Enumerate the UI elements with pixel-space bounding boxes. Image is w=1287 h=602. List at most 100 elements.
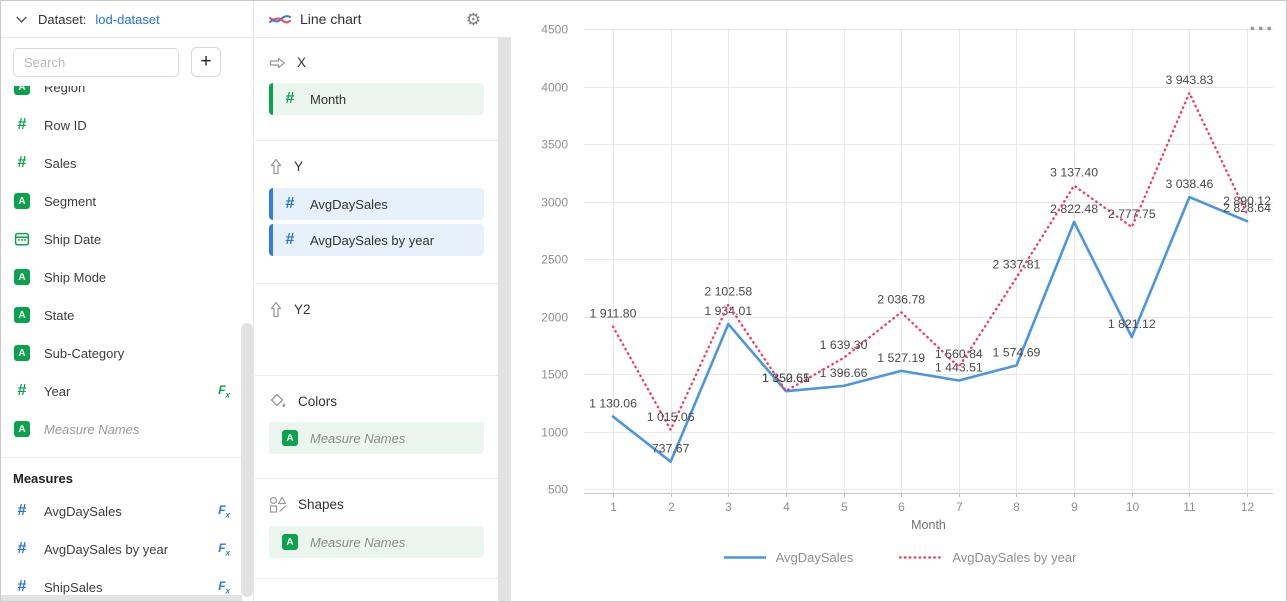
chip-label: Measure Names (310, 431, 405, 446)
data-label: 2 036.78 (877, 292, 925, 306)
chip-list-x: #Month (269, 83, 484, 115)
field-label: Ship Mode (44, 270, 106, 285)
data-label: 3 137.40 (1050, 166, 1098, 180)
search-input[interactable] (13, 48, 179, 77)
y-tick-label: 2000 (541, 311, 568, 325)
field-item[interactable]: AShip Mode (1, 258, 242, 296)
x-tick-label: 8 (1013, 500, 1020, 514)
add-field-button[interactable]: + (191, 47, 221, 77)
arrow-up-icon (269, 158, 283, 175)
data-label: 3 038.46 (1165, 177, 1213, 191)
y-tick-label: 2500 (541, 253, 568, 267)
number-field-icon: # (286, 196, 295, 212)
data-label: 1 821.12 (1108, 317, 1156, 331)
data-label: 1 130.06 (589, 397, 637, 411)
field-chip[interactable]: A Measure Names (269, 422, 484, 454)
x-tick-label: 4 (783, 500, 790, 514)
field-item[interactable]: # Sales (1, 144, 242, 182)
chip-label: AvgDaySales by year (310, 233, 434, 248)
gear-icon[interactable]: ⚙ (466, 11, 481, 28)
field-list-vertical-scrollbar[interactable] (241, 323, 253, 597)
section-colors-label: Colors (298, 394, 337, 409)
field-chip[interactable]: #AvgDaySales by year (269, 224, 484, 256)
field-chip[interactable]: #Month (269, 83, 484, 115)
field-chip[interactable]: # AvgDaySales (269, 188, 484, 220)
data-label: 1 396.66 (820, 366, 868, 380)
data-label: 2 777.75 (1108, 207, 1156, 221)
y-tick-label: 3500 (541, 138, 568, 152)
legend-item-avgdaysales-by-year[interactable]: AvgDaySales by year (899, 550, 1076, 565)
measure-list: #AvgDaySalesFx#AvgDaySales by yearFx # Shi… (1, 492, 242, 602)
field-label: AvgDaySales by year (44, 542, 168, 557)
field-item[interactable]: # Row ID (1, 106, 242, 144)
chip-list-y: # AvgDaySales #AvgDaySales by year (269, 188, 484, 256)
string-field-icon: A (282, 430, 298, 446)
field-list-horizontal-scrollbar[interactable] (1, 595, 242, 601)
field-label: Year (44, 384, 70, 399)
field-item[interactable]: # Year Fx (1, 372, 242, 410)
field-label: ShipSales (44, 580, 103, 595)
chart-type-label[interactable]: Line chart (300, 11, 361, 27)
chart-legend: AvgDaySales AvgDaySales by year (511, 550, 1287, 565)
field-item[interactable]: AState (1, 296, 242, 334)
field-item[interactable]: #AvgDaySalesFx (1, 492, 242, 530)
field-item[interactable]: AMeasure Names (1, 410, 242, 448)
gridlines (584, 29, 1273, 497)
calendar-icon (14, 231, 30, 247)
x-tick-label: 5 (841, 500, 848, 514)
chip-label: Measure Names (310, 535, 405, 550)
number-field-icon: # (18, 117, 27, 133)
legend-item-avgdaysales[interactable]: AvgDaySales (723, 550, 854, 565)
x-tick-label: 9 (1071, 500, 1078, 514)
data-label: 1 527.19 (877, 351, 925, 365)
formula-icon: Fx (218, 579, 230, 595)
field-label: Sales (44, 156, 77, 171)
number-field-icon: # (18, 383, 27, 399)
section-x: X #Month (255, 38, 498, 141)
dataset-name-link[interactable]: lod-dataset (95, 12, 159, 27)
x-tick-label: 7 (956, 500, 963, 514)
data-label: 1 352.61 (762, 371, 810, 385)
field-label: State (44, 308, 74, 323)
field-item[interactable]: #AvgDaySales by yearFx (1, 530, 242, 568)
more-menu-icon[interactable]: ●●● (1250, 23, 1275, 33)
x-tick-label: 2 (668, 500, 675, 514)
arrow-up-icon (269, 301, 283, 318)
dataset-panel: Dataset: lod-dataset + ARegion#Row ID#Sa… (1, 1, 254, 601)
field-item[interactable]: ASub-Category (1, 334, 242, 372)
y-tick-label: 500 (548, 483, 568, 497)
data-label: 1 911.80 (590, 307, 637, 321)
field-label: Row ID (44, 118, 87, 133)
chevron-down-icon[interactable] (14, 12, 29, 27)
y-tick-label: 1500 (541, 368, 568, 382)
data-label: 737.67 (652, 442, 690, 456)
number-field-icon: # (18, 155, 27, 171)
series-line-1[interactable] (613, 93, 1247, 430)
config-header: Line chart ⚙ (255, 1, 511, 38)
section-colors: Colors A Measure Names (255, 376, 498, 479)
config-panel-scrollbar[interactable] (498, 38, 511, 602)
formula-icon: Fx (218, 503, 230, 519)
y-tick-label: 3000 (541, 196, 568, 210)
field-label: Measure Names (44, 422, 139, 437)
field-chip[interactable]: AMeasure Names (269, 526, 484, 558)
chart-config-panel: Line chart ⚙ X #Month Y (255, 1, 511, 602)
string-field-icon: A (14, 345, 30, 361)
chip-label: AvgDaySales (310, 197, 388, 212)
formula-icon: Fx (218, 383, 230, 399)
field-item[interactable]: ASegment (1, 182, 242, 220)
number-field-icon: # (18, 503, 27, 519)
data-label: 3 943.83 (1165, 73, 1213, 87)
y-tick-label: 1000 (541, 426, 568, 440)
shapes-icon (269, 496, 287, 513)
field-list: ARegion#Row ID#SalesASegmentShip DateASh… (1, 68, 242, 602)
field-label: Ship Date (44, 232, 101, 247)
chart-area: 5001000150020002500300035004000450012345… (511, 1, 1287, 602)
legend-label: AvgDaySales by year (952, 550, 1076, 565)
section-y2-label: Y2 (294, 302, 311, 317)
section-y2: Y2 (255, 284, 498, 376)
line-chart-icon (269, 12, 291, 27)
measures-heading: Measures (1, 457, 242, 492)
field-item[interactable]: Ship Date (1, 220, 242, 258)
data-label: 1 639.30 (820, 338, 868, 352)
